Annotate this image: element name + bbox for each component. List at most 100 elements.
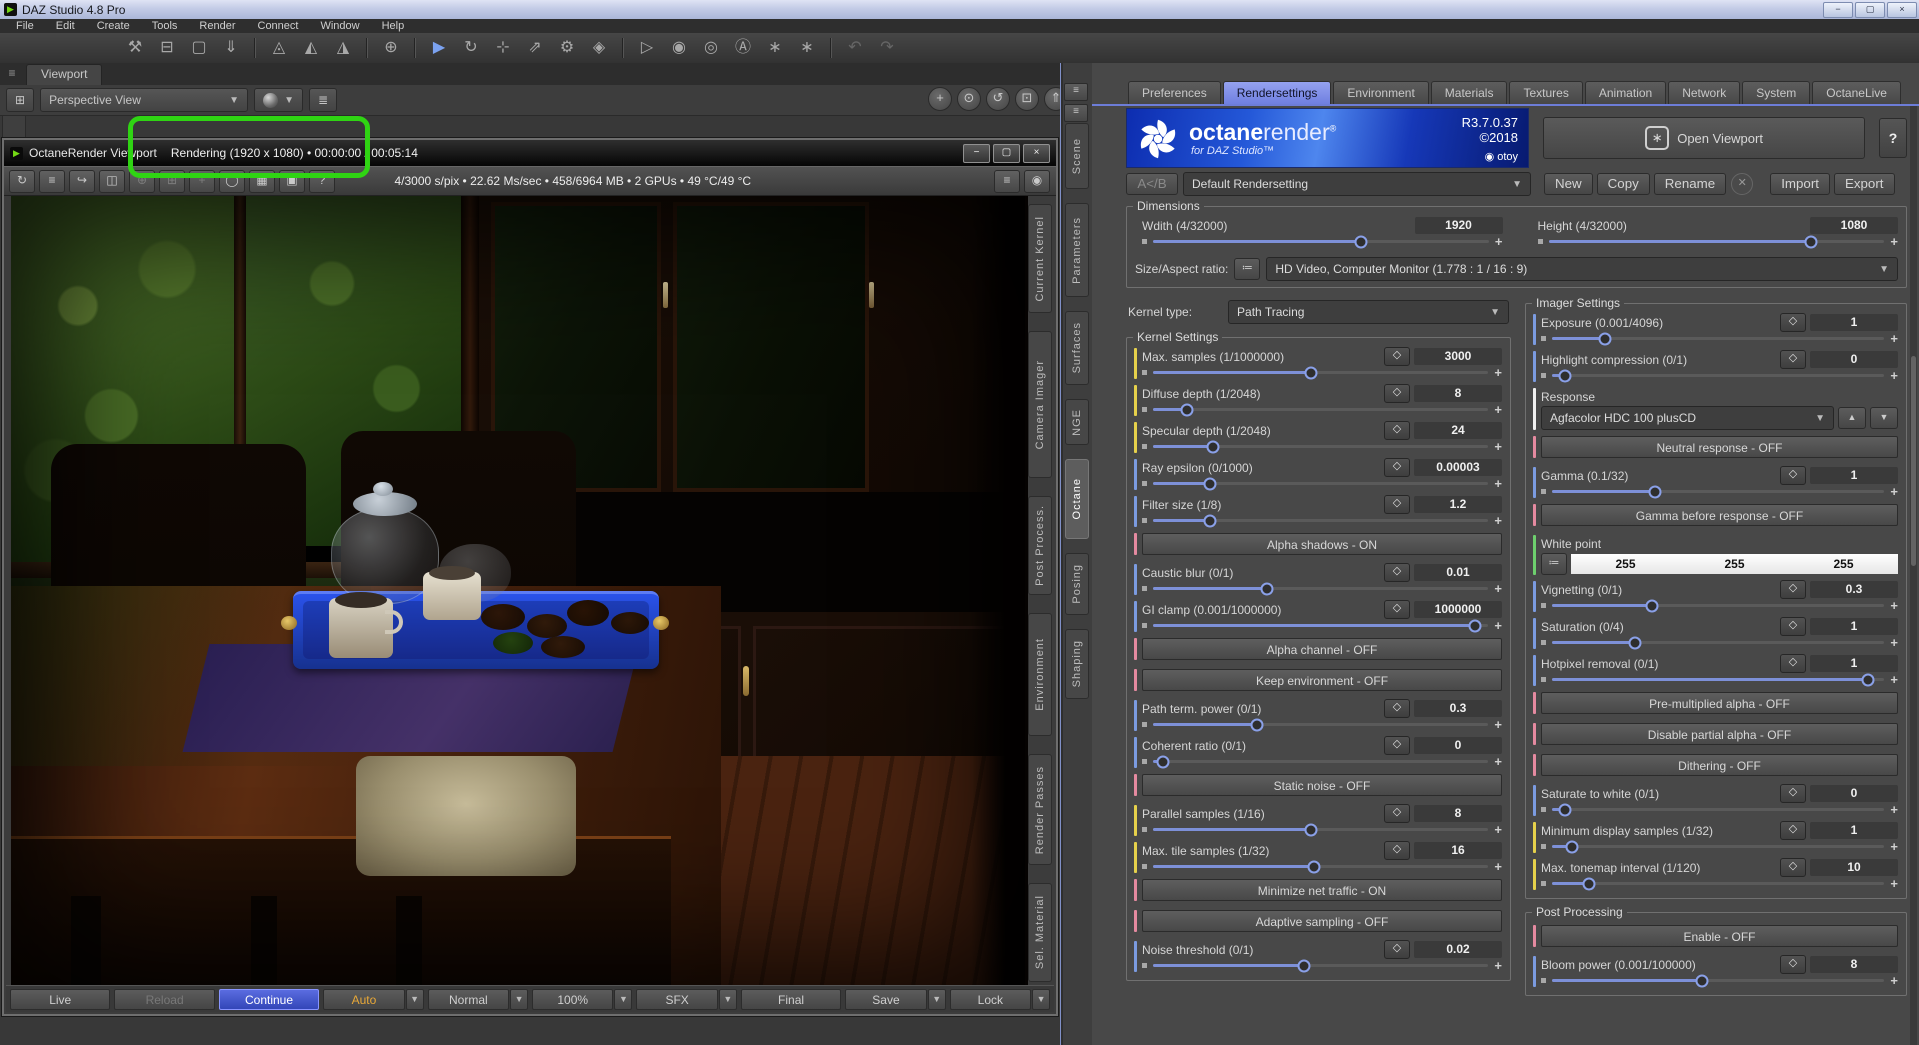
param-slider[interactable]: + — [1541, 877, 1898, 890]
dock-side-tab-parameters[interactable]: Parameters — [1065, 203, 1089, 297]
panel-scrollbar[interactable] — [1910, 106, 1917, 1045]
menu-item-file[interactable]: File — [6, 20, 44, 32]
slider-min-tick[interactable] — [1541, 807, 1546, 812]
octane-viewport-icon[interactable]: ∗ — [794, 36, 820, 60]
slider-plus[interactable]: + — [1495, 235, 1503, 248]
slider-min-tick[interactable] — [1142, 586, 1147, 591]
animate-toggle-icon[interactable]: ◇ — [1384, 736, 1410, 755]
viewport-options-icon[interactable]: ≣ — [308, 88, 338, 112]
slider-track[interactable] — [1153, 619, 1489, 632]
undo-icon[interactable]: ↶ — [842, 36, 868, 60]
octane-side-tab-environment[interactable]: Environment — [1028, 613, 1052, 737]
minimize-button[interactable]: − — [963, 144, 990, 163]
slider-min-tick[interactable] — [1142, 481, 1147, 486]
slider-track[interactable] — [1552, 332, 1885, 345]
animate-toggle-icon[interactable]: ◇ — [1384, 495, 1410, 514]
slider-plus[interactable]: + — [1890, 369, 1898, 382]
octane-settings-icon[interactable]: ∗ — [762, 36, 788, 60]
slider-track[interactable] — [1548, 235, 1885, 248]
render-button-100[interactable]: 100% — [532, 988, 614, 1010]
slider-plus[interactable]: + — [1890, 974, 1898, 987]
slider-min-tick[interactable] — [1142, 827, 1147, 832]
toggle-button[interactable]: Alpha shadows - ON — [1142, 533, 1502, 555]
animate-toggle-icon[interactable]: ◇ — [1780, 858, 1806, 877]
slider-knob[interactable] — [1558, 369, 1572, 382]
slider-track[interactable] — [1153, 860, 1489, 873]
slider-knob[interactable] — [1582, 877, 1596, 890]
toggle-button[interactable]: Enable - OFF — [1541, 925, 1898, 947]
slider-track[interactable] — [1552, 803, 1885, 816]
param-value[interactable]: 0.3 — [1414, 700, 1502, 717]
param-value[interactable]: 0.3 — [1810, 581, 1898, 598]
menu-item-connect[interactable]: Connect — [248, 20, 309, 32]
octane-window-titlebar[interactable]: ▶ OctaneRender Viewport Rendering (1920 … — [4, 140, 1056, 166]
param-value[interactable]: 0 — [1810, 785, 1898, 802]
param-value[interactable]: 1 — [1810, 655, 1898, 672]
slider-min-tick[interactable] — [1142, 370, 1147, 375]
toggle-button[interactable]: Pre-multiplied alpha - OFF — [1541, 692, 1898, 714]
param-slider[interactable]: + — [1142, 366, 1502, 379]
animate-toggle-icon[interactable]: ◇ — [1780, 955, 1806, 974]
render-button-continue[interactable]: Continue — [218, 988, 320, 1010]
param-slider[interactable]: + — [1541, 803, 1898, 816]
joint-editor-icon[interactable]: ⊕ — [378, 36, 404, 60]
menu-item-edit[interactable]: Edit — [46, 20, 85, 32]
add-figure-icon[interactable]: ◬ — [266, 36, 292, 60]
slider-plus[interactable]: + — [1890, 840, 1898, 853]
render-button-auto[interactable]: Auto — [323, 988, 405, 1010]
slider-knob[interactable] — [1180, 403, 1194, 416]
slider-knob[interactable] — [1598, 332, 1612, 345]
param-value[interactable]: 16 — [1414, 842, 1502, 859]
slider-track[interactable] — [1153, 823, 1489, 836]
restart-render-icon[interactable]: ↻ — [9, 169, 35, 193]
render-button-lock[interactable]: Lock — [949, 988, 1032, 1010]
close-button[interactable]: × — [1023, 144, 1050, 163]
param-slider[interactable]: + — [1142, 619, 1502, 632]
slider-min-tick[interactable] — [1541, 677, 1546, 682]
delete-preset-icon[interactable]: ✕ — [1731, 173, 1754, 195]
ab-compare-button[interactable]: A</B — [1126, 173, 1178, 195]
slider-plus[interactable]: + — [1890, 673, 1898, 686]
toggle-button[interactable]: Minimize net traffic - ON — [1142, 879, 1502, 901]
octane-side-tab-current-kernel[interactable]: Current Kernel — [1028, 204, 1052, 313]
camera-view-select[interactable]: Perspective View ▼ — [40, 88, 249, 112]
param-value[interactable]: 1080 — [1810, 217, 1898, 234]
slider-plus[interactable]: + — [1890, 235, 1898, 248]
camera-icon[interactable]: ◉ — [1024, 170, 1050, 193]
response-next-icon[interactable]: ▼ — [1870, 407, 1898, 429]
open-viewport-button[interactable]: ∗ Open Viewport — [1543, 117, 1866, 159]
slider-plus[interactable]: + — [1890, 599, 1898, 612]
render-canvas[interactable] — [11, 196, 1028, 988]
param-slider[interactable]: + — [1142, 403, 1502, 416]
slider-knob[interactable] — [1260, 582, 1274, 595]
animate-toggle-icon[interactable]: ◇ — [1780, 350, 1806, 369]
slider-plus[interactable]: + — [1494, 755, 1502, 768]
drawstyle-select[interactable]: ▼ — [254, 88, 303, 112]
kernel-type-select[interactable]: Path Tracing ▼ — [1228, 300, 1509, 324]
pan-mode-icon[interactable]: + — [189, 169, 215, 193]
slider-track[interactable] — [1552, 877, 1885, 890]
dock-menu-icon[interactable]: ≡ — [1064, 104, 1088, 122]
slider-knob[interactable] — [1565, 840, 1579, 853]
param-value[interactable]: 8 — [1810, 956, 1898, 973]
rotate-tool-icon[interactable]: ↻ — [458, 36, 484, 60]
response-select[interactable]: Agfacolor HDC 100 plusCD ▼ — [1541, 406, 1834, 430]
octane-side-tab-render-passes[interactable]: Render Passes — [1028, 754, 1052, 866]
close-button[interactable]: × — [1887, 2, 1917, 18]
pane-menu-icon[interactable]: ≡ — [2, 66, 22, 84]
chevron-down-icon[interactable]: ▼ — [1032, 988, 1051, 1010]
white-point-value[interactable]: 255 — [1680, 554, 1789, 574]
param-value[interactable]: 0.02 — [1414, 941, 1502, 958]
slider-knob[interactable] — [1307, 860, 1321, 873]
param-value[interactable]: 10 — [1810, 859, 1898, 876]
slider-knob[interactable] — [1648, 485, 1662, 498]
menu-item-tools[interactable]: Tools — [142, 20, 188, 32]
slider-knob[interactable] — [1558, 803, 1572, 816]
dock-side-tab-posing[interactable]: Posing — [1065, 553, 1089, 615]
merge-icon[interactable]: ⇓ — [218, 36, 244, 60]
param-slider[interactable]: + — [1541, 599, 1898, 612]
slider-track[interactable] — [1153, 755, 1489, 768]
dock-side-tab-shaping[interactable]: Shaping — [1065, 629, 1089, 699]
param-value[interactable]: 1 — [1810, 618, 1898, 635]
param-value[interactable]: 0.01 — [1414, 564, 1502, 581]
